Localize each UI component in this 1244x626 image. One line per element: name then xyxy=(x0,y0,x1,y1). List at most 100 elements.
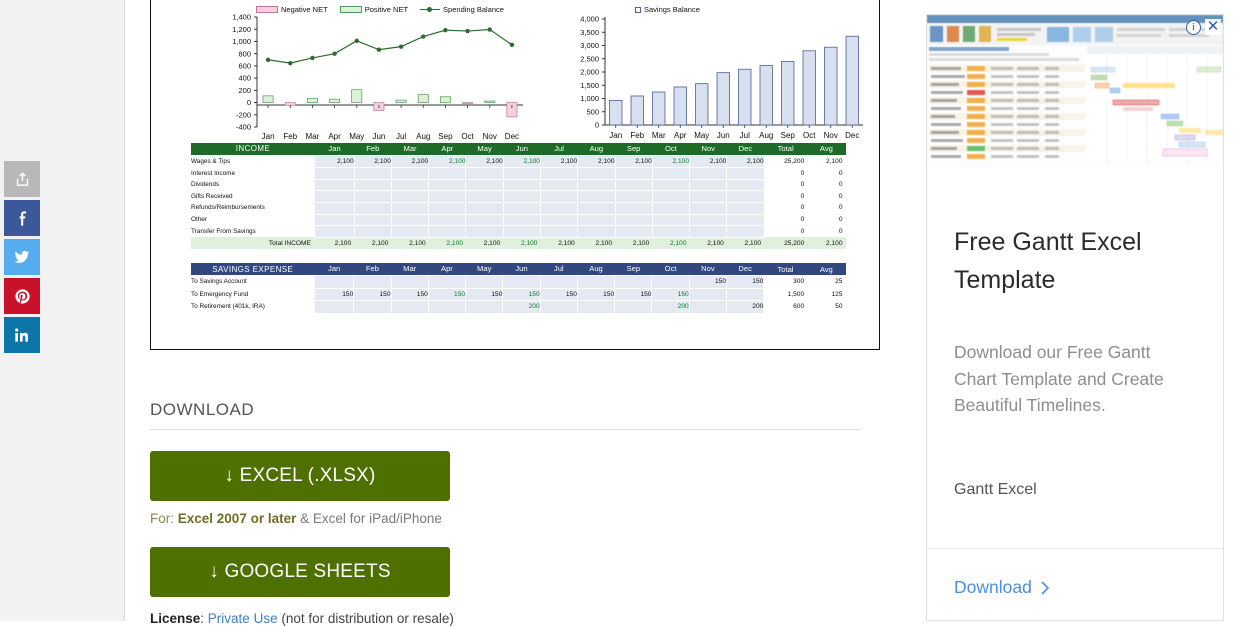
ad-info-icon[interactable]: i xyxy=(1186,20,1201,35)
income-header-row: INCOME Jan Feb Mar Apr May Jun Jul Aug S… xyxy=(191,143,846,155)
y-axis-tick: -400 xyxy=(236,123,251,132)
twitter-share-button[interactable] xyxy=(4,239,40,275)
linkedin-share-button[interactable] xyxy=(4,317,40,353)
x-axis-tick: Dec xyxy=(845,131,859,140)
table-cell: 2,100 xyxy=(652,155,689,168)
x-axis-tick: Oct xyxy=(461,132,474,141)
table-row: Wages & Tips2,1002,1002,1002,1002,1002,1… xyxy=(191,155,846,168)
facebook-share-button[interactable] xyxy=(4,200,40,236)
table-row: Other00 xyxy=(191,214,846,226)
table-cell xyxy=(354,179,391,191)
total-cell: 2,100 xyxy=(727,237,764,249)
col-total: Total xyxy=(764,143,807,155)
table-cell xyxy=(391,202,428,214)
download-excel-button[interactable]: ↓ EXCEL (.XLSX) xyxy=(150,451,450,501)
table-cell xyxy=(354,214,391,226)
row-total: 25,200 xyxy=(764,155,807,168)
table-row: Transfer From Savings00 xyxy=(191,226,846,238)
pinterest-share-button[interactable] xyxy=(4,278,40,314)
ad-close-icon[interactable]: ✕ xyxy=(1205,19,1221,35)
table-row: To Emergency Fund15015015015015015015015… xyxy=(191,288,846,301)
table-cell: 150 xyxy=(391,288,428,301)
total-cell: 2,100 xyxy=(615,237,652,249)
ad-divider xyxy=(927,548,1223,549)
table-cell xyxy=(503,214,540,226)
row-total: 0 xyxy=(764,214,807,226)
table-cell: 150 xyxy=(689,275,726,288)
row-average: 0 xyxy=(807,202,845,214)
table-cell xyxy=(577,301,614,314)
table-cell xyxy=(578,179,615,191)
table-cell xyxy=(315,301,354,314)
table-cell xyxy=(391,179,428,191)
license-link[interactable]: Private Use xyxy=(208,611,278,626)
row-label: Refunds/Reimbursements xyxy=(191,202,315,214)
net-bar xyxy=(329,99,339,102)
download-google-sheets-button[interactable]: ↓ GOOGLE SHEETS xyxy=(150,547,450,597)
col-oct: Oct xyxy=(652,143,689,155)
download-section: DOWNLOAD ↓ EXCEL (.XLSX) For: Excel 2007… xyxy=(150,400,885,626)
total-cell: 2,100 xyxy=(429,237,466,249)
legend-swatch-savings xyxy=(635,7,641,13)
table-cell xyxy=(503,191,540,203)
y-axis-tick: 3,500 xyxy=(580,28,599,37)
total-cell: 2,100 xyxy=(652,237,689,249)
table-cell: 150 xyxy=(540,288,577,301)
savings-bar xyxy=(674,87,686,125)
download-heading: DOWNLOAD xyxy=(150,400,861,430)
x-axis-tick: Feb xyxy=(630,131,644,140)
table-cell xyxy=(503,226,540,238)
table-cell xyxy=(503,168,540,180)
col-oct: Oct xyxy=(652,263,689,275)
y-axis-tick: 2,000 xyxy=(580,68,599,77)
net-bar xyxy=(440,97,450,103)
table-cell xyxy=(466,301,503,314)
table-cell xyxy=(652,168,689,180)
table-cell xyxy=(466,179,503,191)
savings-bar xyxy=(653,92,665,125)
advertisement-panel[interactable]: i ✕ Free Gantt Excel Template Download o… xyxy=(926,14,1224,621)
table-cell: 2,100 xyxy=(354,155,391,168)
row-average: 0 xyxy=(807,226,845,238)
y-axis-tick: 0 xyxy=(247,98,251,107)
table-cell xyxy=(466,168,503,180)
x-axis-tick: May xyxy=(349,132,364,141)
x-axis-tick: May xyxy=(694,131,709,140)
table-cell: 2,100 xyxy=(578,155,615,168)
x-axis-tick: Mar xyxy=(306,132,320,141)
row-total: 0 xyxy=(764,179,807,191)
license-line: License: Private Use (not for distributi… xyxy=(150,611,885,626)
savings-header: SAVINGS EXPENSE xyxy=(191,263,315,275)
template-preview-image[interactable]: Negative NET Positive NET Spending Balan… xyxy=(150,0,880,350)
grand-total: 25,200 xyxy=(764,237,807,249)
x-axis-tick: Jun xyxy=(372,132,385,141)
ad-preview-image[interactable]: i ✕ xyxy=(927,15,1223,165)
savings-bar xyxy=(825,47,837,125)
savings-header-row: SAVINGS EXPENSE Jan Feb Mar Apr May Jun … xyxy=(191,263,846,275)
net-bar xyxy=(263,96,273,103)
table-cell xyxy=(354,275,391,288)
savings-balance-chart: 4,0003,5003,0002,5002,0001,5001,0005000 … xyxy=(543,13,873,143)
y-axis-tick: 2,500 xyxy=(580,54,599,63)
table-cell xyxy=(727,202,764,214)
table-cell xyxy=(428,301,465,314)
table-cell: 150 xyxy=(503,288,540,301)
ad-download-link[interactable]: Download xyxy=(954,577,1051,598)
col-apr: Apr xyxy=(428,263,465,275)
table-cell xyxy=(577,275,614,288)
table-cell xyxy=(652,202,689,214)
license-colon: : xyxy=(200,611,208,626)
grand-average: 2,100 xyxy=(807,237,845,249)
savings-bar xyxy=(782,61,794,125)
col-mar: Mar xyxy=(391,143,428,155)
net-line-point xyxy=(488,27,492,31)
table-cell xyxy=(727,179,764,191)
x-axis-tick: Aug xyxy=(759,131,773,140)
table-cell xyxy=(540,191,577,203)
row-average: 125 xyxy=(807,288,845,301)
y-axis-tick: 4,000 xyxy=(580,15,599,24)
preview-canvas: Negative NET Positive NET Spending Balan… xyxy=(151,0,879,349)
total-income-label: Total INCOME xyxy=(191,237,315,249)
share-button[interactable] xyxy=(4,161,40,197)
x-axis-tick: Oct xyxy=(803,131,816,140)
